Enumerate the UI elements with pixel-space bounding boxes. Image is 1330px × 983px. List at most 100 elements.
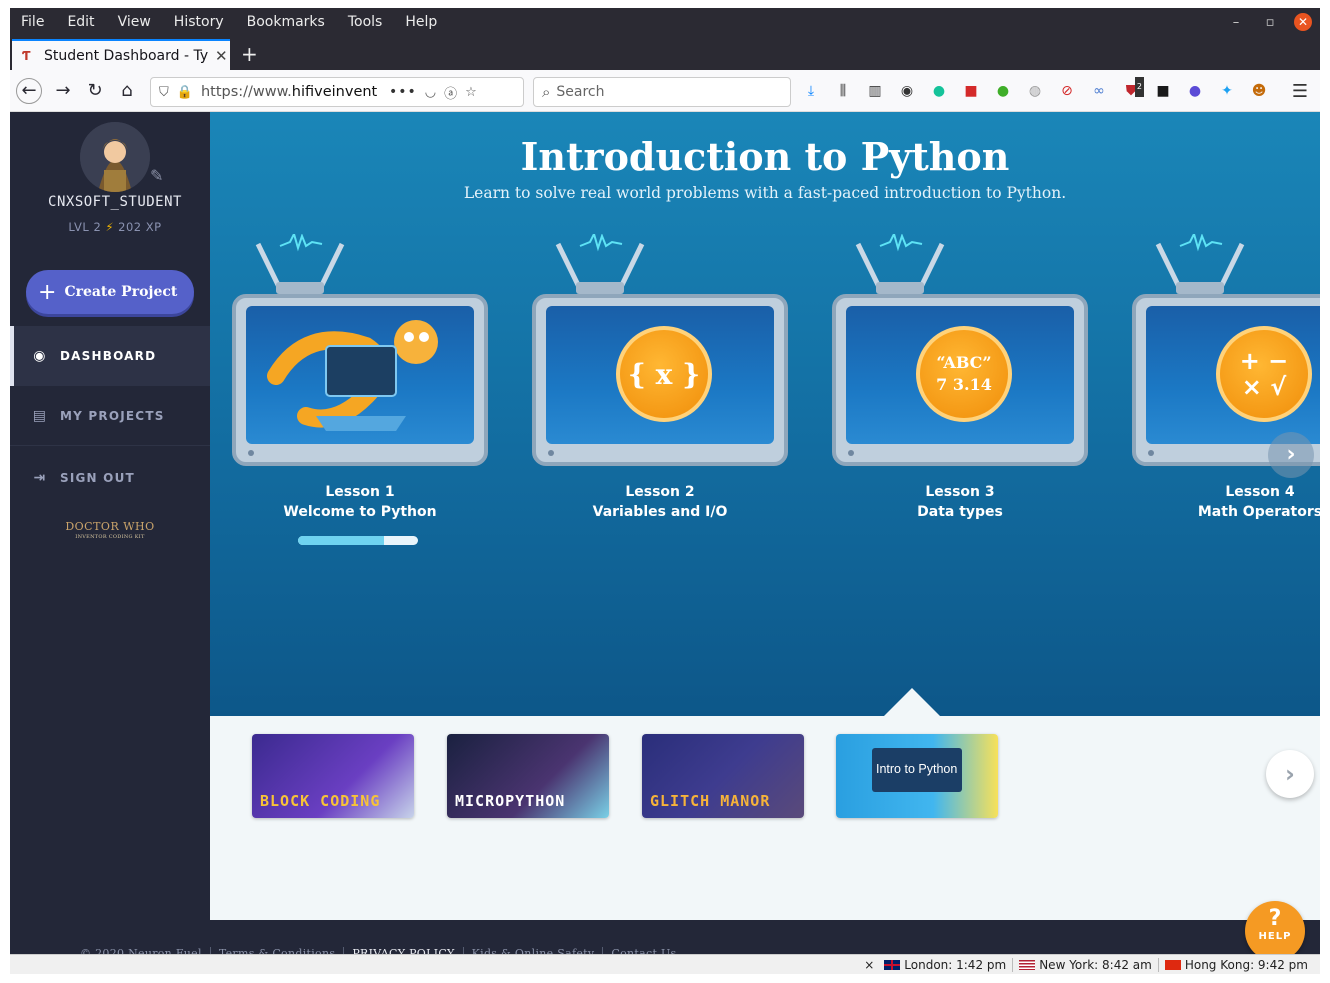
- lesson-label: Lesson 4 Math Operators: [1130, 482, 1320, 522]
- sidebar-item-sign-out[interactable]: ⇥ SIGN OUT: [10, 448, 210, 508]
- avatar[interactable]: [80, 122, 150, 192]
- courses-next-arrow-icon[interactable]: ›: [1266, 750, 1314, 798]
- pocket-icon[interactable]: ◡: [425, 85, 436, 100]
- course-card-label: Intro to Python: [876, 762, 958, 776]
- doctor-who-logo-sub: INVENTOR CODING KIT: [75, 534, 145, 540]
- twitter-icon[interactable]: ✦: [1216, 81, 1238, 101]
- sidebar-item-my-projects[interactable]: ▤ MY PROJECTS: [10, 386, 210, 446]
- forward-icon[interactable]: →: [50, 78, 76, 104]
- level-label: LVL 2: [68, 220, 102, 234]
- clock-london: London: 1:42 pm: [878, 958, 1012, 972]
- clock-new-york: New York: 8:42 am: [1012, 957, 1158, 972]
- lesson-number: Lesson 2: [625, 484, 695, 500]
- hk-flag-icon: [1164, 959, 1181, 970]
- lesson-name: Variables and I/O: [592, 504, 728, 520]
- pdf-icon[interactable]: ■: [960, 81, 982, 101]
- reader-icon[interactable]: ⓐ: [444, 83, 457, 102]
- sidebar-item-dashboard[interactable]: ◉ DASHBOARD: [10, 326, 210, 386]
- compass-icon: ◉: [33, 348, 47, 364]
- help-button[interactable]: ? HELP: [1245, 901, 1305, 961]
- menu-file[interactable]: File: [10, 14, 56, 30]
- lesson-card-2[interactable]: { x } Lesson 2 Variables and I/O: [530, 234, 790, 554]
- clock-label: London: 1:42 pm: [904, 957, 1007, 972]
- coin-label-top: “ABC”: [936, 353, 992, 372]
- edit-profile-icon[interactable]: ✎: [150, 166, 163, 185]
- tab-student-dashboard[interactable]: Ƭ Student Dashboard - Tyn ✕: [12, 39, 230, 70]
- course-card-micropython[interactable]: MICROPYTHON: [447, 734, 609, 818]
- menu-tools[interactable]: Tools: [337, 14, 395, 30]
- download-icon[interactable]: ⤓: [800, 81, 822, 101]
- variable-icon: { x }: [616, 326, 712, 422]
- lesson-number: Lesson 4: [1225, 484, 1295, 500]
- bookmark-star-icon[interactable]: ☆: [465, 85, 477, 100]
- menu-edit[interactable]: Edit: [56, 14, 106, 30]
- coin-label-bottom: 7 3.14: [936, 375, 992, 394]
- create-project-button[interactable]: + Create Project: [26, 270, 194, 314]
- menu-bookmarks[interactable]: Bookmarks: [236, 14, 337, 30]
- library-icon[interactable]: ⫼: [832, 81, 854, 101]
- extension-icon[interactable]: ■: [1152, 81, 1174, 101]
- sidebar-icon[interactable]: ▥: [864, 81, 886, 101]
- search-bar[interactable]: ⌕: [533, 77, 791, 107]
- home-icon[interactable]: ⌂: [114, 78, 140, 104]
- link-icon[interactable]: ∞: [1088, 81, 1110, 101]
- ublock-icon[interactable]: ⛊ 2: [1120, 77, 1144, 101]
- coin-label-top: + −: [1239, 347, 1289, 375]
- menu-history[interactable]: History: [163, 14, 236, 30]
- shield-icon[interactable]: ⛉: [159, 85, 169, 100]
- uk-flag-icon: [884, 959, 901, 970]
- lesson-card-1[interactable]: Lesson 1 Welcome to Python: [230, 234, 490, 554]
- close-window-icon[interactable]: ✕: [1294, 13, 1312, 31]
- course-card-label: MICROPYTHON: [455, 792, 566, 810]
- plus-icon: +: [38, 279, 57, 305]
- level-xp: LVL 2 ⚡ 202 XP: [10, 220, 220, 234]
- back-icon[interactable]: ←: [16, 78, 42, 104]
- close-tab-icon[interactable]: ✕: [215, 47, 228, 65]
- close-clock-icon[interactable]: ×: [864, 958, 878, 972]
- course-card-label: BLOCK CODING: [260, 792, 381, 810]
- sidebar-item-label: DASHBOARD: [60, 349, 157, 363]
- globe-icon[interactable]: ◍: [1024, 81, 1046, 101]
- username: CNXSOFT_STUDENT: [48, 194, 182, 210]
- tv-frame: [232, 294, 488, 466]
- lesson-number: Lesson 3: [925, 484, 995, 500]
- page-actions-icon[interactable]: •••: [389, 84, 417, 100]
- block-icon[interactable]: ⊘: [1056, 81, 1078, 101]
- menu-hamburger-icon[interactable]: ☰: [1292, 81, 1308, 102]
- sidebar-item-label: MY PROJECTS: [60, 408, 165, 423]
- course-card-block-coding[interactable]: BLOCK CODING: [252, 734, 414, 818]
- data-types-icon: “ABC” 7 3.14: [916, 326, 1012, 422]
- course-card-intro-to-python[interactable]: Intro to Python: [836, 734, 998, 818]
- url-bar[interactable]: ⛉ 🔒 https://www.hifiveinvent ••• ◡ ⓐ ☆: [150, 77, 524, 107]
- lesson-card-4[interactable]: + − × √ Lesson 4 Math Operators: [1130, 234, 1320, 554]
- minimize-icon[interactable]: –: [1226, 15, 1246, 30]
- maximize-icon[interactable]: ▫: [1260, 15, 1280, 30]
- coin-label: { x }: [627, 357, 701, 391]
- course-card-glitch-manor[interactable]: GLITCH MANOR: [642, 734, 804, 818]
- tampermonkey-icon[interactable]: ☻: [1248, 81, 1270, 101]
- xp-label: 202 XP: [118, 220, 162, 234]
- lesson-label: Lesson 3 Data types: [830, 482, 1090, 522]
- lesson-card-3[interactable]: “ABC” 7 3.14 Lesson 3 Data types: [830, 234, 1090, 554]
- selected-course-notch: [882, 688, 942, 716]
- grammarly-icon[interactable]: ●: [928, 81, 950, 101]
- account-icon[interactable]: ◉: [896, 81, 918, 101]
- chat-icon[interactable]: ●: [992, 81, 1014, 101]
- new-tab-icon[interactable]: +: [241, 42, 258, 66]
- url-text[interactable]: https://www.hifiveinvent: [201, 84, 381, 100]
- page-content: ✎ CNXSOFT_STUDENT LVL 2 ⚡ 202 XP + Creat…: [10, 112, 1320, 962]
- help-label: HELP: [1258, 931, 1292, 942]
- course-hero: Introduction to Python Learn to solve re…: [210, 112, 1320, 716]
- lesson-progress-bar: [298, 536, 418, 545]
- antenna-icon: [1155, 234, 1245, 294]
- menu-view[interactable]: View: [107, 14, 163, 30]
- lock-icon[interactable]: 🔒: [177, 85, 193, 100]
- doctor-who-logo[interactable]: DOCTOR WHO INVENTOR CODING KIT: [65, 520, 155, 540]
- reload-icon[interactable]: ↻: [82, 78, 108, 104]
- menu-help[interactable]: Help: [394, 14, 449, 30]
- earth-icon[interactable]: ●: [1184, 81, 1206, 101]
- tab-strip: Ƭ Student Dashboard - Tyn ✕ +: [10, 36, 1320, 70]
- doctor-who-logo-text: DOCTOR WHO: [65, 520, 155, 533]
- search-input[interactable]: [556, 84, 767, 100]
- lessons-next-arrow-icon[interactable]: ›: [1268, 432, 1314, 478]
